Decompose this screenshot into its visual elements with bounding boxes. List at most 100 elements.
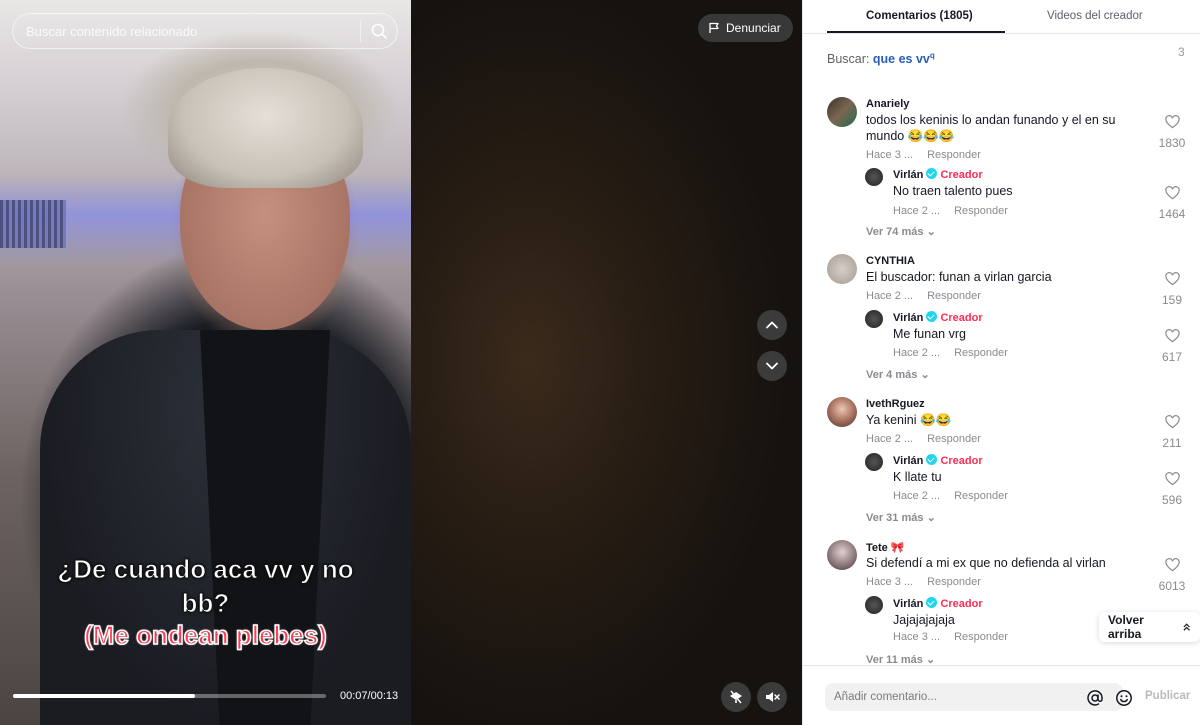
avatar[interactable] [827, 97, 857, 127]
chevron-down-icon: ⌄ [920, 369, 930, 381]
comment-time: Hace 2 ... [866, 433, 914, 445]
reply-meta: Hace 2 ... Responder [893, 490, 1008, 502]
reply-text: K llate tu [893, 470, 942, 484]
comment-username[interactable]: CYNTHIA [866, 255, 915, 267]
heart-icon [1164, 115, 1180, 129]
comment-time: Hace 3 ... [866, 576, 914, 588]
reply-button[interactable]: Responder [927, 576, 981, 588]
reply-avatar[interactable] [865, 310, 883, 328]
tab-comments[interactable]: Comentarios (1805) [866, 10, 973, 22]
emoji-icon[interactable] [1115, 689, 1133, 707]
heart-icon [1164, 329, 1180, 343]
comment-time: Hace 2 ... [866, 290, 914, 302]
view-more-replies[interactable]: Ver 31 más ⌄ [866, 511, 936, 524]
like-button[interactable]: 159 [1155, 272, 1189, 307]
reply-avatar[interactable] [865, 453, 883, 471]
reply-button[interactable]: Responder [954, 631, 1008, 643]
verified-icon [926, 311, 938, 322]
like-button[interactable]: 596 [1155, 472, 1189, 507]
mute-button[interactable] [757, 682, 787, 712]
comment-input[interactable] [825, 683, 1123, 711]
next-video-button[interactable] [757, 351, 787, 381]
reply-button[interactable]: Responder [927, 149, 981, 161]
creator-badge: Creador [940, 169, 983, 181]
comments-panel: Comentarios (1805) Videos del creador Bu… [802, 0, 1200, 725]
mention-icon[interactable] [1086, 689, 1104, 707]
floating-player-button[interactable] [721, 682, 751, 712]
reply-button[interactable]: Responder [954, 205, 1008, 217]
reply-username[interactable]: Virlán Creador [893, 454, 983, 467]
like-button[interactable]: 1464 [1155, 186, 1189, 221]
reply-username[interactable]: Virlán Creador [893, 168, 983, 181]
view-more-replies[interactable]: Ver 74 más ⌄ [866, 225, 936, 238]
reply-username[interactable]: Virlán Creador [893, 597, 983, 610]
heart-icon [1164, 186, 1180, 200]
reply-text: Jajajajajaja [893, 613, 955, 627]
back-to-top-button[interactable]: Volver arriba [1099, 612, 1200, 642]
reply-avatar[interactable] [865, 596, 883, 614]
avatar[interactable] [827, 397, 857, 427]
reply-username[interactable]: Virlán Creador [893, 311, 983, 324]
caption-line-1: ¿De cuando aca vv y no [57, 554, 354, 585]
report-label: Denunciar [726, 21, 781, 35]
caption-line-2: bb? [181, 588, 230, 619]
reply-meta: Hace 3 ... Responder [893, 631, 1008, 643]
comment-username[interactable]: Tete 🎀 [866, 541, 905, 554]
active-tab-indicator [827, 31, 1005, 33]
comment-text: Ya kenini 😂😂 [866, 413, 952, 427]
like-button[interactable]: 6013 [1155, 558, 1189, 593]
like-button[interactable]: 1830 [1155, 115, 1189, 150]
reply-button[interactable]: Responder [927, 290, 981, 302]
like-count: 1830 [1158, 136, 1186, 150]
video-progress-fill [13, 694, 195, 698]
like-count: 596 [1161, 493, 1183, 507]
avatar[interactable] [827, 254, 857, 284]
chevron-up-icon [766, 321, 778, 329]
comment-text: Si defendí a mi ex que no defienda al vi… [866, 556, 1106, 570]
like-button[interactable]: 211 [1155, 415, 1189, 450]
search-button[interactable] [361, 13, 397, 49]
avatar[interactable] [827, 540, 857, 570]
tab-creator-videos[interactable]: Videos del creador [1047, 10, 1143, 22]
report-button[interactable]: Denunciar [698, 14, 793, 42]
search-icon [371, 23, 387, 39]
reply-button[interactable]: Responder [954, 347, 1008, 359]
search-keyword-icon: q [929, 51, 935, 60]
panel-tabs: Comentarios (1805) Videos del creador [803, 0, 1200, 34]
comment-username[interactable]: IvethRguez [866, 398, 925, 410]
reply-meta: Hace 2 ... Responder [893, 347, 1008, 359]
double-chevron-up-icon [1183, 623, 1190, 631]
reply-text: No traen talento pues [893, 184, 1013, 198]
verified-icon [926, 168, 938, 179]
reply-button[interactable]: Responder [954, 490, 1008, 502]
like-count: 159 [1161, 293, 1183, 307]
reply-meta: Hace 2 ... Responder [893, 205, 1008, 217]
search-suggestion-keyword[interactable]: que es vvq [873, 51, 935, 66]
creator-badge: Creador [940, 455, 983, 467]
creator-badge: Creador [940, 312, 983, 324]
like-count: 617 [1161, 350, 1183, 364]
floating-player-icon [730, 690, 742, 704]
comment-text: todos los keninis lo andan funando y el … [866, 113, 1116, 143]
video-time: 00:07/00:13 [340, 690, 399, 702]
reply-time: Hace 2 ... [893, 205, 941, 217]
verified-icon [926, 454, 938, 465]
reply-time: Hace 3 ... [893, 631, 941, 643]
reply-button[interactable]: Responder [927, 433, 981, 445]
like-button[interactable]: 617 [1155, 329, 1189, 364]
person-hair [168, 68, 363, 188]
truncated-indicator: 3 [1178, 45, 1185, 59]
reply-avatar[interactable] [865, 168, 883, 186]
related-search-input[interactable] [13, 14, 360, 48]
reply-time: Hace 2 ... [893, 490, 941, 502]
heart-icon [1164, 472, 1180, 486]
speaker-muted-icon [766, 692, 780, 702]
reply-time: Hace 2 ... [893, 347, 941, 359]
background-vent [0, 200, 66, 248]
creator-badge: Creador [940, 598, 983, 610]
view-more-replies[interactable]: Ver 4 más ⌄ [866, 368, 930, 381]
post-comment-button[interactable]: Publicar [1145, 690, 1190, 702]
video-progress-bar[interactable] [13, 694, 326, 698]
previous-video-button[interactable] [757, 310, 787, 340]
comment-username[interactable]: Anariely [866, 98, 909, 110]
